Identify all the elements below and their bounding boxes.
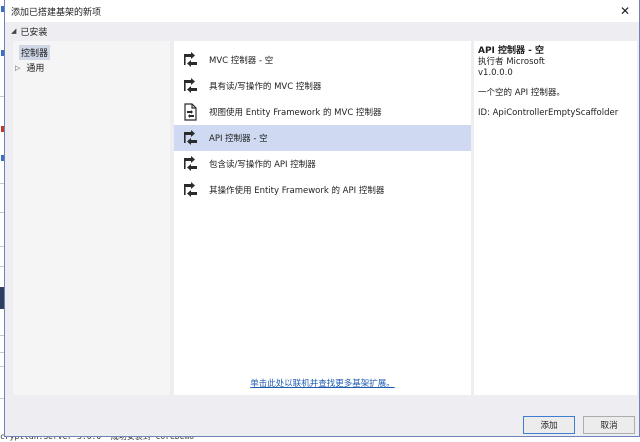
expand-down-icon: ◢ [11,27,17,35]
installed-label: 已安装 [20,27,48,38]
tree-item-label: 控制器 [21,49,49,59]
template-item-api-empty[interactable]: API 控制器 - 空 [174,125,471,151]
add-button[interactable]: 添加 [523,416,575,434]
controller-icon [184,78,197,93]
dialog-title: 添加已搭建基架的新项 [11,8,102,18]
template-item-api-ef[interactable]: 其操作使用 Entity Framework 的 API 控制器 [174,177,471,203]
template-label: 包含读/写操作的 API 控制器 [209,160,316,170]
template-item-mvc-readwrite[interactable]: 具有读/写操作的 MVC 控制器 [174,73,471,99]
controller-icon [184,130,197,145]
tree-item-label: 通用 [26,64,45,74]
expand-right-icon[interactable]: ▷ [15,64,20,72]
installed-header[interactable]: ◢ 已安装 [5,22,639,40]
template-item-mvc-empty[interactable]: MVC 控制器 - 空 [174,47,471,73]
find-more-scaffolders-link[interactable]: 单击此处以联机并查找更多基架扩展。 [174,377,471,389]
views-controller-icon [184,103,197,121]
detail-version: v1.0.0.0 [478,68,513,78]
template-list: MVC 控制器 - 空 具有读/写操作的 MVC 控制器 视图使用 Entity… [174,41,471,395]
add-scaffold-dialog: 添加已搭建基架的新项 ✕ ◢ 已安装 控制器 ▷ 通用 MVC 控制器 - 空 [4,0,640,437]
template-label: 其操作使用 Entity Framework 的 API 控制器 [209,186,385,196]
dialog-titlebar: 添加已搭建基架的新项 ✕ [5,0,639,22]
template-label: API 控制器 - 空 [209,134,268,144]
cancel-button[interactable]: 取消 [583,416,635,434]
controller-icon [184,156,197,171]
tree-item-common[interactable]: ▷ 通用 [15,61,45,75]
details-panel: API 控制器 - 空 执行者 Microsoft v1.0.0.0 一个空的 … [474,41,637,395]
detail-description: 一个空的 API 控制器。 [478,88,565,98]
template-item-api-readwrite[interactable]: 包含读/写操作的 API 控制器 [174,151,471,177]
template-label: MVC 控制器 - 空 [209,56,274,66]
template-label: 视图使用 Entity Framework 的 MVC 控制器 [209,108,382,118]
template-item-mvc-ef[interactable]: 视图使用 Entity Framework 的 MVC 控制器 [174,99,471,125]
close-button[interactable]: ✕ [615,2,635,20]
template-label: 具有读/写操作的 MVC 控制器 [209,82,322,92]
category-tree [13,41,170,395]
controller-icon [184,52,197,67]
tree-item-controllers[interactable]: 控制器 [19,45,51,60]
detail-id: ID: ApiControllerEmptyScaffolder [478,108,619,118]
controller-icon [184,182,197,197]
detail-title: API 控制器 - 空 [478,46,545,56]
detail-author: 执行者 Microsoft [478,57,545,67]
